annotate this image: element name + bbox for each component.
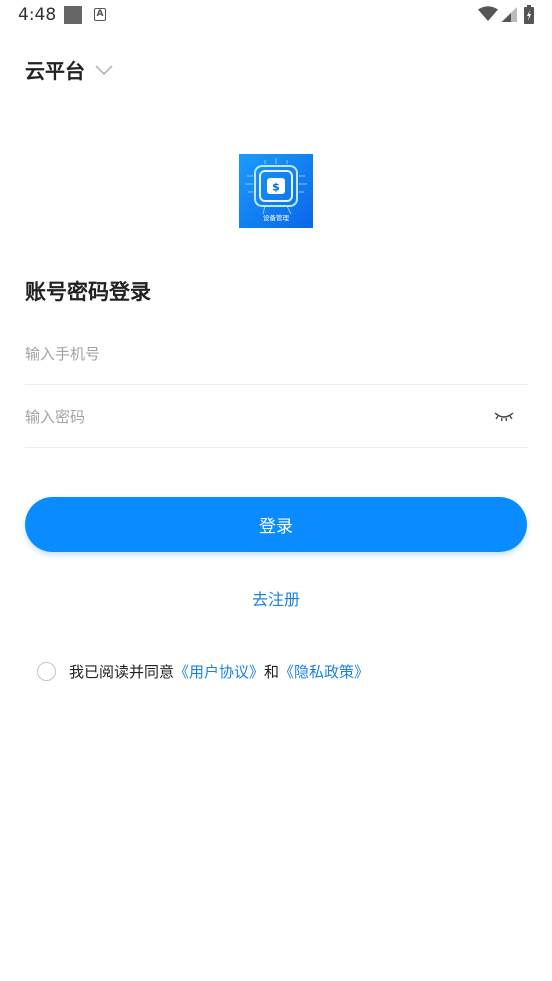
phone-field — [25, 323, 528, 385]
status-bar: 4:48 A — [0, 0, 552, 32]
battery-icon — [524, 5, 534, 24]
login-button[interactable]: 登录 — [25, 497, 527, 552]
agreement-prefix: 我已阅读并同意 — [69, 662, 175, 681]
platform-label: 云平台 — [25, 58, 85, 83]
privacy-policy-link[interactable]: 《隐私政策》 — [279, 661, 369, 682]
logo-badge: $ — [272, 181, 280, 194]
register-link[interactable]: 去注册 — [0, 586, 552, 610]
wifi-icon — [478, 6, 498, 21]
user-agreement-link[interactable]: 《用户协议》 — [174, 661, 264, 682]
notification-square-icon — [64, 6, 82, 24]
login-screen: 4:48 A 云平台 $ 设备管理 账号密码登录 输入手机号 登录 去注册 我已… — [0, 0, 552, 981]
agreement-checkbox[interactable] — [37, 661, 56, 681]
status-time: 4:48 — [18, 5, 57, 25]
notification-a-icon: A — [94, 8, 106, 21]
phone-input[interactable] — [25, 323, 528, 384]
signal-icon — [501, 7, 517, 22]
chevron-down-icon — [95, 65, 113, 75]
agreement-connector: 和 — [264, 662, 280, 681]
agreement-row: 我已阅读并同意 《用户协议》 和 《隐私政策》 — [37, 660, 369, 682]
password-input[interactable] — [25, 386, 528, 447]
logo-caption: 设备管理 — [263, 213, 290, 222]
password-field — [25, 386, 528, 448]
platform-selector[interactable]: 云平台 — [25, 54, 113, 84]
eye-closed-icon[interactable] — [494, 409, 514, 423]
login-title: 账号密码登录 — [25, 280, 151, 304]
app-logo: $ 设备管理 — [239, 154, 313, 228]
